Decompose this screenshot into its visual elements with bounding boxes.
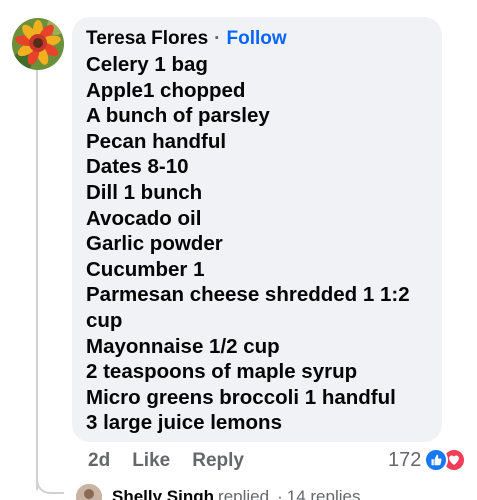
reply-count[interactable]: 14 replies — [287, 487, 361, 500]
comment-line: Dill 1 bunch — [86, 180, 203, 204]
reply-avatar — [76, 484, 102, 500]
comment-header: Teresa Flores · Follow — [86, 28, 428, 50]
like-button[interactable]: Like — [132, 450, 170, 472]
comment-line: Avocado oil — [86, 206, 202, 230]
comment-line: Cucumber 1 — [86, 257, 205, 281]
reply-preview[interactable]: Shelly Singh replied · 14 replies — [76, 484, 360, 500]
thread-connector — [36, 470, 64, 494]
comment-line: cup — [86, 308, 123, 332]
comment-line: Celery 1 bag — [86, 53, 208, 76]
comment-line: Pecan handful — [86, 129, 227, 153]
author-name[interactable]: Teresa Flores — [86, 28, 208, 50]
reply-author-name[interactable]: Shelly Singh — [112, 487, 214, 500]
comment-line: Parmesan cheese shredded 1 1:2 — [86, 283, 410, 307]
thread-line — [36, 70, 38, 490]
follow-link[interactable]: Follow — [226, 28, 286, 50]
reaction-count: 172 — [388, 448, 422, 471]
comment-bubble: Teresa Flores · Follow Celery 1 bag Appl… — [72, 17, 442, 442]
avatar[interactable] — [12, 18, 64, 70]
reply-button[interactable]: Reply — [192, 450, 244, 472]
comment-actions: 2d Like Reply — [88, 450, 266, 472]
comment-line: Garlic powder — [86, 232, 223, 256]
comment-line: A bunch of parsley — [86, 104, 270, 128]
comment-body: Celery 1 bag Apple1 chopped A bunch of p… — [86, 52, 428, 436]
comment-line: Apple1 chopped — [86, 78, 246, 102]
separator-dot: · — [214, 28, 221, 49]
comment-line: 2 teaspoons of maple syrup — [86, 360, 358, 384]
reply-separator: · — [277, 487, 283, 500]
reaction-summary[interactable]: 172 — [388, 448, 467, 472]
timestamp[interactable]: 2d — [88, 450, 110, 472]
comment-line: Mayonnaise 1/2 cup — [86, 334, 280, 358]
flower-avatar-image — [12, 18, 64, 70]
comment-line: Dates 8-10 — [86, 155, 189, 179]
reply-text: replied — [218, 487, 270, 500]
comment-line: 3 large juice lemons — [86, 411, 282, 435]
comment-line: Micro greens broccoli 1 handful — [86, 385, 396, 409]
